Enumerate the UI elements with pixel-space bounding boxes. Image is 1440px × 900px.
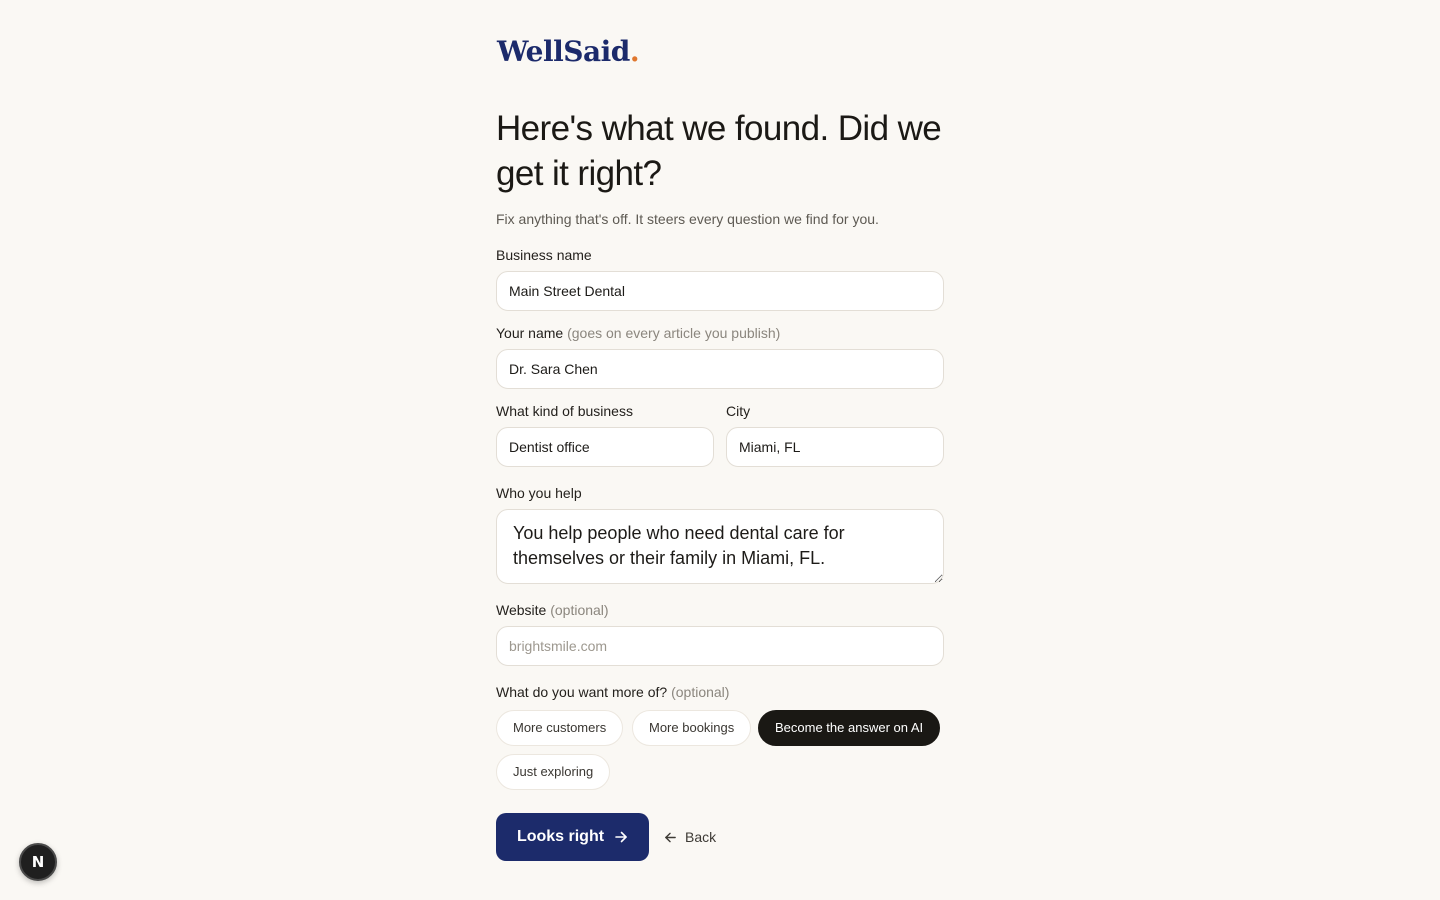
- business-name-label: Business name: [496, 246, 592, 264]
- dev-tools-badge-letter: N: [31, 853, 45, 871]
- business-name-input[interactable]: [496, 271, 944, 311]
- dev-tools-badge[interactable]: N: [19, 843, 57, 881]
- goals-label: What do you want more of? (optional): [496, 683, 729, 701]
- back-button[interactable]: Back: [664, 826, 716, 848]
- business-kind-label: What kind of business: [496, 402, 633, 420]
- back-label: Back: [685, 829, 717, 845]
- your-name-hint: (goes on every article you publish): [567, 325, 781, 341]
- city-label: City: [726, 402, 750, 420]
- your-name-input[interactable]: [496, 349, 944, 389]
- who-you-help-label: Who you help: [496, 484, 582, 502]
- who-you-help-textarea[interactable]: [496, 509, 944, 584]
- website-input[interactable]: [496, 626, 944, 666]
- website-label: Website (optional): [496, 601, 609, 619]
- looks-right-button[interactable]: Looks right: [496, 813, 649, 861]
- arrow-right-icon: [614, 830, 628, 844]
- onboarding-page: WellSaid. Here's what we found. Did we g…: [0, 0, 1440, 900]
- business-name-label-text: Business name: [496, 247, 592, 263]
- goal-chip-more-customers[interactable]: More customers: [496, 710, 624, 746]
- city-label-text: City: [726, 403, 751, 419]
- website-hint: (optional): [550, 602, 609, 618]
- looks-right-label: Looks right: [516, 828, 605, 845]
- your-name-label-text: Your name: [496, 325, 564, 341]
- business-kind-label-text: What kind of business: [496, 403, 633, 419]
- goal-chip-more-bookings[interactable]: More bookings: [632, 710, 752, 746]
- arrow-left-icon: [664, 831, 677, 844]
- business-kind-input[interactable]: [496, 427, 714, 467]
- logo-dot: .: [629, 35, 640, 68]
- page-subtitle: Fix anything that's off. It steers every…: [496, 211, 879, 227]
- logo-text: WellSaid: [497, 35, 630, 68]
- page-title: Here's what we found. Did we get it righ…: [496, 109, 942, 193]
- goals-label-text: What do you want more of?: [496, 684, 668, 700]
- your-name-label: Your name (goes on every article you pub…: [496, 324, 780, 342]
- city-input[interactable]: [726, 427, 944, 467]
- goals-hint: (optional): [671, 684, 730, 700]
- goal-chip-become-answer-on-ai[interactable]: Become the answer on AI: [758, 710, 941, 746]
- goal-chip-just-exploring[interactable]: Just exploring: [496, 754, 611, 790]
- wellsaid-logo: WellSaid.: [497, 34, 640, 70]
- website-label-text: Website: [496, 602, 547, 618]
- who-you-help-label-text: Who you help: [496, 485, 582, 501]
